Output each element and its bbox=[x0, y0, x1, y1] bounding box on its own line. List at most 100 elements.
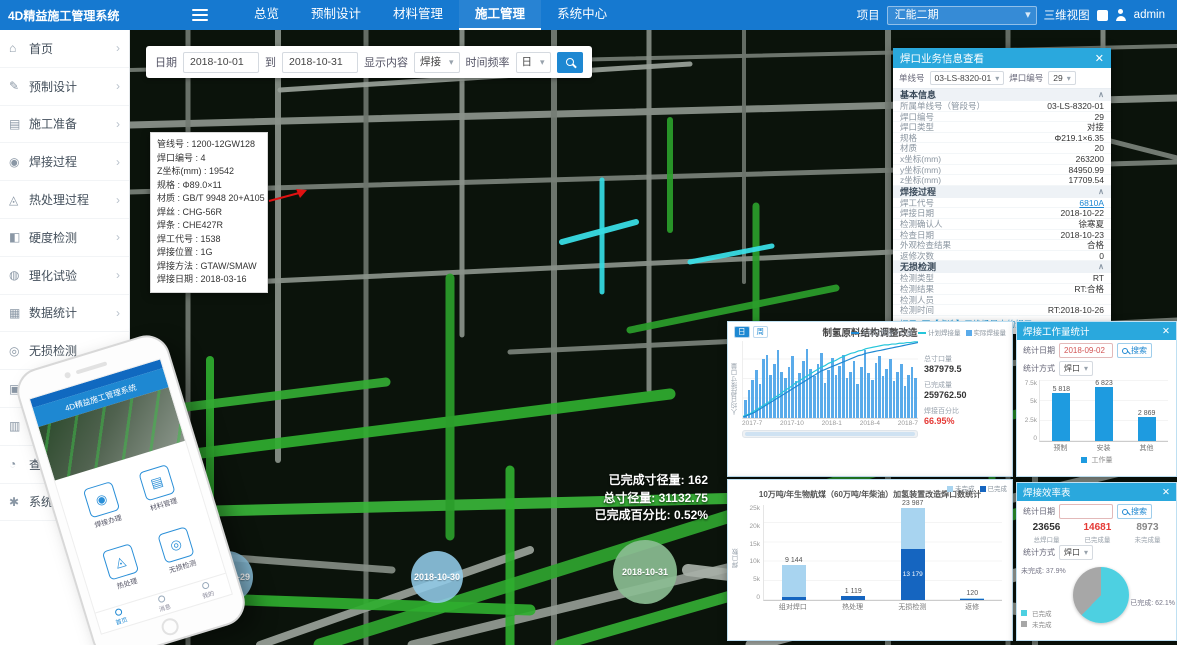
segment-complete: 13 179 bbox=[901, 549, 925, 600]
search-icon bbox=[566, 58, 574, 66]
chart1-range-slider[interactable] bbox=[742, 430, 918, 438]
nav-item-4[interactable]: 施工管理 bbox=[459, 0, 541, 30]
date-label: 日期 bbox=[155, 54, 177, 70]
close-icon[interactable]: ✕ bbox=[1162, 326, 1170, 337]
date-from-input[interactable]: 2018-10-01 bbox=[183, 52, 259, 73]
stacked-bar[interactable] bbox=[782, 565, 806, 600]
sidebar-item-welding-process[interactable]: ◉焊接过程› bbox=[0, 143, 129, 181]
stacked-bar[interactable] bbox=[960, 598, 984, 600]
stat-mode-label: 统计方式 bbox=[1023, 547, 1055, 558]
chart2-ylabel: 焊口数 bbox=[732, 505, 743, 612]
phone-home-button[interactable] bbox=[160, 616, 181, 637]
segment-incomplete bbox=[901, 508, 925, 550]
segment-incomplete bbox=[782, 565, 806, 597]
bar[interactable] bbox=[1052, 393, 1070, 441]
query-mgmt-icon: ◔ bbox=[9, 457, 26, 471]
nav-item-5[interactable]: 系统中心 bbox=[541, 0, 623, 30]
chart1-tab-周[interactable]: 周 bbox=[753, 326, 769, 338]
chart4-legend: 已完成未完成 bbox=[1021, 607, 1052, 629]
system-mgmt-icon: ✱ bbox=[9, 495, 26, 509]
search-button[interactable]: 搜索 bbox=[1117, 343, 1152, 358]
stat-date-input[interactable]: 2018-09-02 bbox=[1059, 343, 1113, 358]
sidebar-item-data-statistics[interactable]: ▦数据统计› bbox=[0, 295, 129, 333]
x-label: 返修 bbox=[955, 602, 989, 612]
section-title: 无损检测 bbox=[900, 261, 936, 273]
y-tick: 7.5k bbox=[1025, 380, 1037, 387]
search-icon bbox=[1122, 348, 1128, 354]
info-value: 2018-10-22 bbox=[1061, 208, 1104, 218]
info-label: y坐标(mm) bbox=[900, 165, 941, 175]
bar-total-label: 1 119 bbox=[845, 588, 862, 595]
bar[interactable] bbox=[1095, 387, 1113, 441]
stat-mode-select[interactable]: 焊口 ▾ bbox=[1059, 545, 1093, 560]
chart2-yticks: 25k20k15k10k5k0 bbox=[743, 505, 763, 601]
section-header[interactable]: 无损检测∧ bbox=[893, 261, 1111, 273]
sidebar-item-heat-treatment[interactable]: ◬热处理过程› bbox=[0, 181, 129, 219]
stat-date-input[interactable] bbox=[1059, 504, 1113, 519]
chart4-pie-area: 未完成: 37.9% 已完成: 62.1% 已完成未完成 bbox=[1017, 562, 1176, 630]
section-header[interactable]: 基本信息∧ bbox=[893, 89, 1111, 101]
sidebar-item-construction-prep[interactable]: ▤施工准备› bbox=[0, 106, 129, 144]
info-label: 检测人员 bbox=[900, 295, 934, 305]
stat-mode-label: 统计方式 bbox=[1023, 363, 1055, 374]
timeline-node-2018-10-31[interactable]: 2018-10-31 bbox=[613, 540, 677, 604]
freq-select[interactable]: 日 ▾ bbox=[516, 52, 551, 73]
legend-swatch bbox=[918, 332, 926, 334]
efficiency-pie[interactable] bbox=[1073, 567, 1129, 623]
view-toggle[interactable] bbox=[1097, 10, 1108, 21]
info-row: 焊口类型对接 bbox=[893, 122, 1111, 133]
section-header[interactable]: 焊接过程∧ bbox=[893, 186, 1111, 198]
bar-group: 1 119 bbox=[836, 505, 870, 600]
date-to-input[interactable]: 2018-10-31 bbox=[282, 52, 358, 73]
workload-chart-panel: 焊接工作量统计 ✕ 统计日期 2018-09-02 搜索 统计方式 焊口 ▾ 7… bbox=[1016, 321, 1177, 477]
chart1-legend: 人均日焊接寸口量计划焊接量实际焊接量 bbox=[851, 327, 1006, 337]
bar[interactable] bbox=[1138, 417, 1156, 441]
weld-number-select[interactable]: 29 ▾ bbox=[1048, 71, 1075, 85]
stat-label: 未完成量 bbox=[1134, 534, 1160, 544]
stat-block: 14681已完成量 bbox=[1084, 522, 1112, 544]
nav-item-1[interactable]: 总览 bbox=[238, 0, 295, 30]
username[interactable]: admin bbox=[1134, 9, 1165, 21]
slider-handle[interactable] bbox=[745, 432, 915, 436]
legend-label: 实际焊接量 bbox=[974, 330, 1007, 337]
stat-mode-select[interactable]: 焊口 ▾ bbox=[1059, 361, 1093, 376]
nav-item-2[interactable]: 预制设计 bbox=[295, 0, 377, 30]
chart1-xticks: 2017-72017-102018-12018-42018-7 bbox=[742, 420, 918, 427]
search-button[interactable]: 搜索 bbox=[1117, 504, 1152, 519]
data-statistics-icon: ▦ bbox=[9, 306, 26, 320]
sidebar-item-prefab-design[interactable]: ✎预制设计› bbox=[0, 68, 129, 106]
freq-value: 日 bbox=[522, 53, 533, 72]
close-icon[interactable]: ✕ bbox=[1162, 487, 1170, 498]
content-select[interactable]: 焊接 ▾ bbox=[414, 52, 460, 73]
legend-label: 已完成 bbox=[988, 486, 1008, 493]
chart1-tab-日[interactable]: 日 bbox=[734, 326, 750, 338]
info-value[interactable]: 6810A bbox=[1079, 198, 1104, 208]
sidebar-item-label: 首页 bbox=[29, 40, 53, 57]
segment-value-label: 13 179 bbox=[903, 571, 923, 578]
stacked-bar[interactable]: 13 179 bbox=[901, 508, 925, 600]
stacked-bar[interactable] bbox=[841, 596, 865, 600]
close-icon[interactable]: ✕ bbox=[1095, 52, 1104, 65]
info-row: 检查日期2018-10-23 bbox=[893, 230, 1111, 241]
sidebar-item-label: 硬度检测 bbox=[29, 229, 77, 246]
timeline-node-2018-10-30[interactable]: 2018-10-30 bbox=[411, 551, 463, 603]
y-tick: 15k bbox=[750, 541, 760, 548]
stat-block: 8973未完成量 bbox=[1134, 522, 1160, 544]
info-value: 20 bbox=[1095, 143, 1104, 153]
stat-line: 已完成寸径量: 162 bbox=[560, 472, 708, 490]
chevron-down-icon: ▾ bbox=[1084, 546, 1088, 559]
line-number-select[interactable]: 03-LS-8320-01 ▾ bbox=[930, 71, 1005, 85]
sidebar-item-home[interactable]: ⌂首页› bbox=[0, 30, 129, 68]
sidebar-item-hardness-test[interactable]: ◧硬度检测› bbox=[0, 219, 129, 257]
nav-item-3[interactable]: 材料管理 bbox=[377, 0, 459, 30]
stat-value: 14681 bbox=[1084, 522, 1112, 533]
menu-icon[interactable] bbox=[192, 9, 208, 21]
legend-label: 工作量 bbox=[1092, 455, 1113, 465]
sidebar-item-label: 理化试验 bbox=[29, 267, 77, 284]
x-label: 安装 bbox=[1097, 443, 1111, 453]
project-select[interactable]: 汇能二期 ▾ bbox=[887, 6, 1037, 25]
search-button[interactable] bbox=[557, 52, 583, 73]
bar-group: 6 823 bbox=[1095, 380, 1113, 441]
sidebar-item-physchem-test[interactable]: ◍理化试验› bbox=[0, 257, 129, 295]
stat-label: 已完成量 bbox=[1084, 534, 1112, 544]
